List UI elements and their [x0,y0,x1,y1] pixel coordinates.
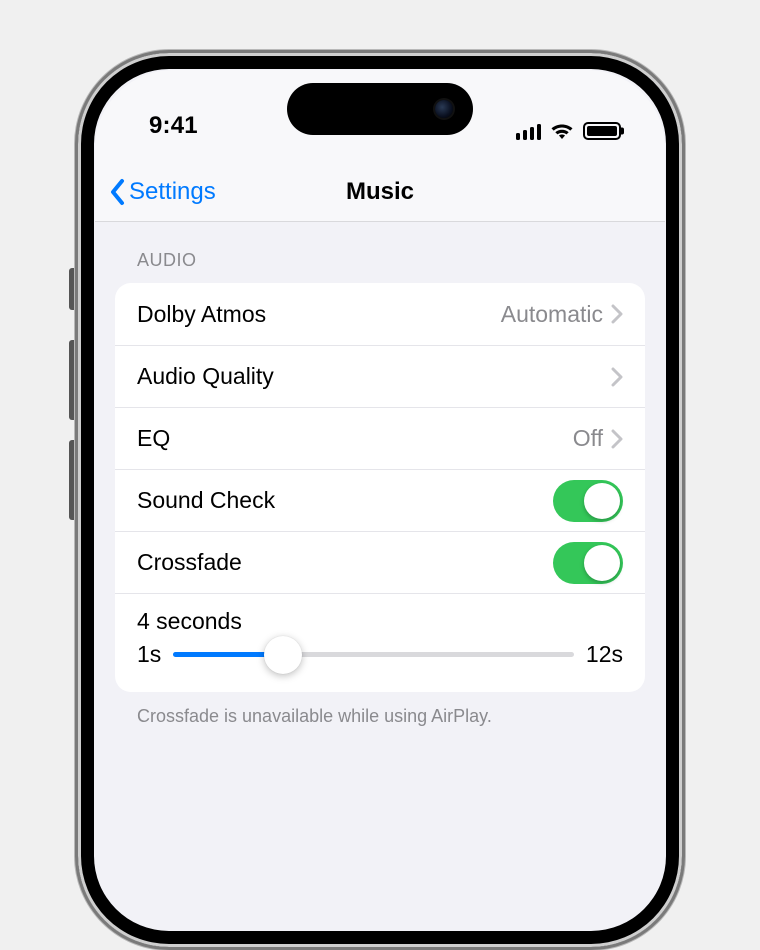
row-label: Crossfade [137,549,553,576]
crossfade-toggle[interactable] [553,542,623,584]
screen: 9:41 [95,70,665,930]
navigation-bar: Settings Music [95,162,665,222]
row-label: Sound Check [137,487,553,514]
slider-min-label: 1s [137,641,161,668]
sound-check-toggle[interactable] [553,480,623,522]
slider-thumb[interactable] [264,636,302,674]
status-time: 9:41 [149,112,198,140]
crossfade-current-value: 4 seconds [137,608,623,635]
section-footer: Crossfade is unavailable while using Air… [115,692,645,727]
page-title: Music [346,178,414,206]
cellular-icon [516,123,542,140]
row-crossfade-slider: 4 seconds 1s 12s [115,593,645,692]
crossfade-slider[interactable] [173,652,574,657]
row-value: Automatic [501,301,603,328]
chevron-right-icon [611,429,623,449]
row-label: Dolby Atmos [137,301,501,328]
audio-settings-group: Dolby Atmos Automatic Audio Quality EQ O… [115,283,645,692]
wifi-icon [550,122,574,140]
row-label: EQ [137,425,573,452]
row-crossfade: Crossfade [115,531,645,593]
battery-icon [583,122,621,140]
back-button[interactable]: Settings [109,178,346,206]
row-value: Off [573,425,603,452]
iphone-frame: 9:41 [75,50,685,950]
section-header-audio: AUDIO [115,222,645,283]
chevron-right-icon [611,304,623,324]
dynamic-island [287,83,473,135]
row-label: Audio Quality [137,363,611,390]
chevron-left-icon [109,178,127,206]
chevron-right-icon [611,367,623,387]
row-dolby-atmos[interactable]: Dolby Atmos Automatic [115,283,645,345]
slider-max-label: 12s [586,641,623,668]
row-audio-quality[interactable]: Audio Quality [115,345,645,407]
row-sound-check: Sound Check [115,469,645,531]
back-label: Settings [129,178,216,206]
row-eq[interactable]: EQ Off [115,407,645,469]
